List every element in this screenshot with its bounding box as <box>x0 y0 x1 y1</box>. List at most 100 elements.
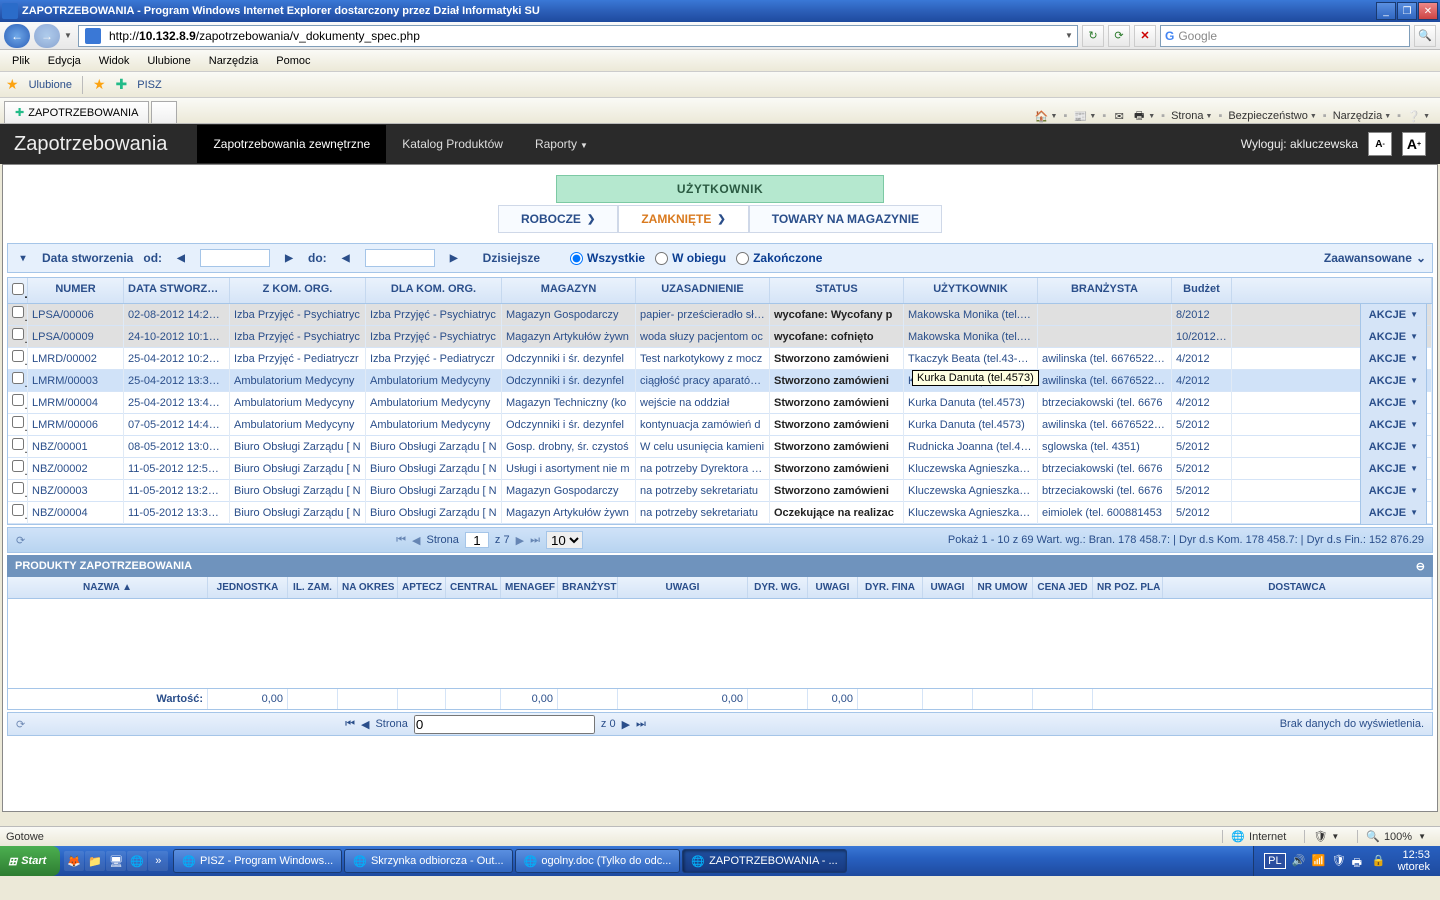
taskbar-task[interactable]: 🌐ogolny.doc (Tylko do odc... <box>515 849 681 873</box>
col-numer[interactable]: NUMER <box>28 278 124 303</box>
pagesize-select[interactable]: 10 <box>546 531 583 549</box>
table-row[interactable]: LMRM/0000325-04-2012 13:36:01Ambulatoriu… <box>8 370 1432 392</box>
od-prev-icon[interactable]: ◀ <box>172 249 190 267</box>
col-budzet[interactable]: Budżet <box>1172 278 1232 303</box>
row-checkbox[interactable] <box>12 328 24 340</box>
page-input[interactable] <box>465 532 489 548</box>
safety-menu[interactable]: Bezpieczeństwo▼ <box>1228 110 1316 122</box>
table-row[interactable]: NBZ/0000311-05-2012 13:27:28Biuro Obsług… <box>8 480 1432 502</box>
ql-ie-icon[interactable]: 🌐 <box>127 851 147 871</box>
page-menu[interactable]: Strona▼ <box>1171 110 1212 122</box>
nav-katalog[interactable]: Katalog Produktów <box>386 125 519 163</box>
taskbar-task[interactable]: 🌐PISZ - Program Windows... <box>173 849 342 873</box>
do-prev-icon[interactable]: ◀ <box>337 249 355 267</box>
radio-zakonczone-input[interactable] <box>736 252 749 265</box>
sub-col[interactable]: DOSTAWCA <box>1163 577 1432 598</box>
tray-shield-icon[interactable]: 🛡 <box>1332 854 1346 868</box>
row-checkbox[interactable] <box>12 438 24 450</box>
ql-expand-icon[interactable]: » <box>148 851 168 871</box>
refresh-icon[interactable]: ⟳ <box>16 534 25 547</box>
filter-menu-icon[interactable]: ▾ <box>14 249 32 267</box>
user-tab[interactable]: UŻYTKOWNIK <box>556 175 884 203</box>
col-magazyn[interactable]: MAGAZYN <box>502 278 636 303</box>
akcje-button[interactable]: AKCJE ▼ <box>1360 304 1427 326</box>
search-box[interactable]: G Google <box>1160 25 1410 47</box>
menu-ulubione[interactable]: Ulubione <box>139 53 198 69</box>
sub-col[interactable]: JEDNOSTKA <box>208 577 288 598</box>
akcje-button[interactable]: AKCJE ▼ <box>1360 370 1427 392</box>
back-button[interactable]: ← <box>4 24 30 48</box>
sub-col[interactable]: CENTRAL <box>446 577 501 598</box>
menu-pomoc[interactable]: Pomoc <box>268 53 318 69</box>
col-dlakom[interactable]: DLA KOM. ORG. <box>366 278 502 303</box>
go-button[interactable]: ↻ <box>1082 25 1104 47</box>
sub-col[interactable]: MENAGEF <box>501 577 558 598</box>
forward-button[interactable]: → <box>34 24 60 48</box>
mail-button[interactable]: ✉ <box>1112 109 1126 123</box>
table-row[interactable]: NBZ/0000411-05-2012 13:33:04Biuro Obsług… <box>8 502 1432 524</box>
sub-col[interactable]: UWAGI <box>618 577 748 598</box>
fav-pisz-link[interactable]: PISZ <box>137 79 161 91</box>
tray-network-icon[interactable]: 📶 <box>1312 854 1326 868</box>
akcje-button[interactable]: AKCJE ▼ <box>1360 436 1427 458</box>
start-button[interactable]: ⊞Start <box>0 846 60 876</box>
favorites-link[interactable]: Ulubione <box>29 79 72 91</box>
sub-col[interactable]: UWAGI <box>808 577 858 598</box>
table-row[interactable]: LMRM/0000607-05-2012 14:40:01Ambulatoriu… <box>8 414 1432 436</box>
table-row[interactable]: LPSA/0000924-10-2012 10:14:41Izba Przyję… <box>8 326 1432 348</box>
tab-zamkniete[interactable]: ZAMKNIĘTE❯ <box>618 205 748 233</box>
last-page-icon[interactable]: ⏭ <box>636 718 646 731</box>
sub-col[interactable]: NAZWA ▲ <box>8 577 208 598</box>
col-user[interactable]: UŻYTKOWNIK <box>904 278 1038 303</box>
stop-button[interactable]: ✕ <box>1134 25 1156 47</box>
table-row[interactable]: LPSA/0000602-08-2012 14:28:31Izba Przyję… <box>8 304 1432 326</box>
tray-printer-icon[interactable]: 🖶 <box>1352 854 1366 868</box>
help-button[interactable]: ❔▼ <box>1407 109 1430 123</box>
row-checkbox[interactable] <box>12 416 24 428</box>
radio-all-input[interactable] <box>570 252 583 265</box>
home-button[interactable]: 🏠▼ <box>1035 109 1058 123</box>
next-page-icon[interactable]: ▶ <box>622 718 630 731</box>
sub-page-input[interactable] <box>414 715 595 734</box>
col-status[interactable]: STATUS <box>770 278 904 303</box>
prev-page-icon[interactable]: ◀ <box>412 534 420 547</box>
print-button[interactable]: 🖶▼ <box>1132 109 1155 123</box>
akcje-button[interactable]: AKCJE ▼ <box>1360 326 1427 348</box>
do-input[interactable] <box>365 249 435 267</box>
lang-indicator[interactable]: PL <box>1264 853 1285 869</box>
today-link[interactable]: Dzisiejsze <box>483 251 540 265</box>
od-input[interactable] <box>200 249 270 267</box>
taskbar-task[interactable]: 🌐Skrzynka odbiorcza - Out... <box>344 849 512 873</box>
akcje-button[interactable]: AKCJE ▼ <box>1360 458 1427 480</box>
col-bran[interactable]: BRANŻYSTA <box>1038 278 1172 303</box>
akcje-button[interactable]: AKCJE ▼ <box>1360 392 1427 414</box>
radio-wobiegu[interactable]: W obiegu <box>655 251 726 265</box>
tab-active[interactable]: ✚ ZAPOTRZEBOWANIA <box>4 101 149 123</box>
row-checkbox[interactable] <box>12 306 24 318</box>
ql-explorer-icon[interactable]: 📁 <box>85 851 105 871</box>
col-zkom[interactable]: Z KOM. ORG. <box>230 278 366 303</box>
close-button[interactable]: ✕ <box>1418 2 1438 20</box>
tab-robocze[interactable]: ROBOCZE❯ <box>498 205 618 233</box>
tab-towary[interactable]: TOWARY NA MAGAZYNIE <box>749 205 942 233</box>
new-tab-button[interactable] <box>151 101 177 123</box>
first-page-icon[interactable]: ⏮ <box>396 534 406 547</box>
tray-volume-icon[interactable]: 🔊 <box>1292 854 1306 868</box>
col-data[interactable]: DATA STWORZENIA <box>124 278 230 303</box>
next-page-icon[interactable]: ▶ <box>516 534 524 547</box>
row-checkbox[interactable] <box>12 372 24 384</box>
tools-menu[interactable]: Narzędzia▼ <box>1333 110 1391 122</box>
nav-raporty[interactable]: Raporty▼ <box>519 125 604 163</box>
address-bar[interactable]: http://10.132.8.9/zapotrzebowania/v_doku… <box>78 25 1078 47</box>
row-checkbox[interactable] <box>12 350 24 362</box>
logout-link[interactable]: Wyloguj: akluczewska <box>1241 137 1358 151</box>
row-checkbox[interactable] <box>12 504 24 516</box>
collapse-icon[interactable]: ⊖ <box>1416 560 1425 573</box>
zoom-icon[interactable]: 🔍 <box>1366 830 1380 843</box>
taskbar-task[interactable]: 🌐ZAPOTRZEBOWANIA - ... <box>682 849 846 873</box>
menu-widok[interactable]: Widok <box>91 53 138 69</box>
restore-button[interactable]: ❐ <box>1397 2 1417 20</box>
akcje-button[interactable]: AKCJE ▼ <box>1360 502 1427 524</box>
ql-firefox-icon[interactable]: 🦊 <box>64 851 84 871</box>
akcje-button[interactable]: AKCJE ▼ <box>1360 348 1427 370</box>
